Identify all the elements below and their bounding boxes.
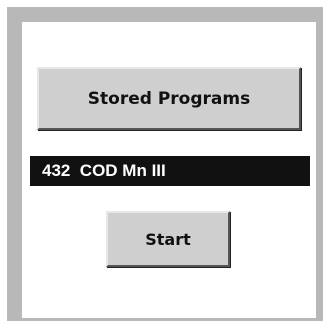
screen: Stored Programs 432 COD Mn III Start	[0, 0, 331, 328]
selected-program-display: 432 COD Mn III	[30, 156, 310, 186]
stored-programs-button[interactable]: Stored Programs	[37, 67, 301, 130]
start-button[interactable]: Start	[106, 211, 230, 267]
